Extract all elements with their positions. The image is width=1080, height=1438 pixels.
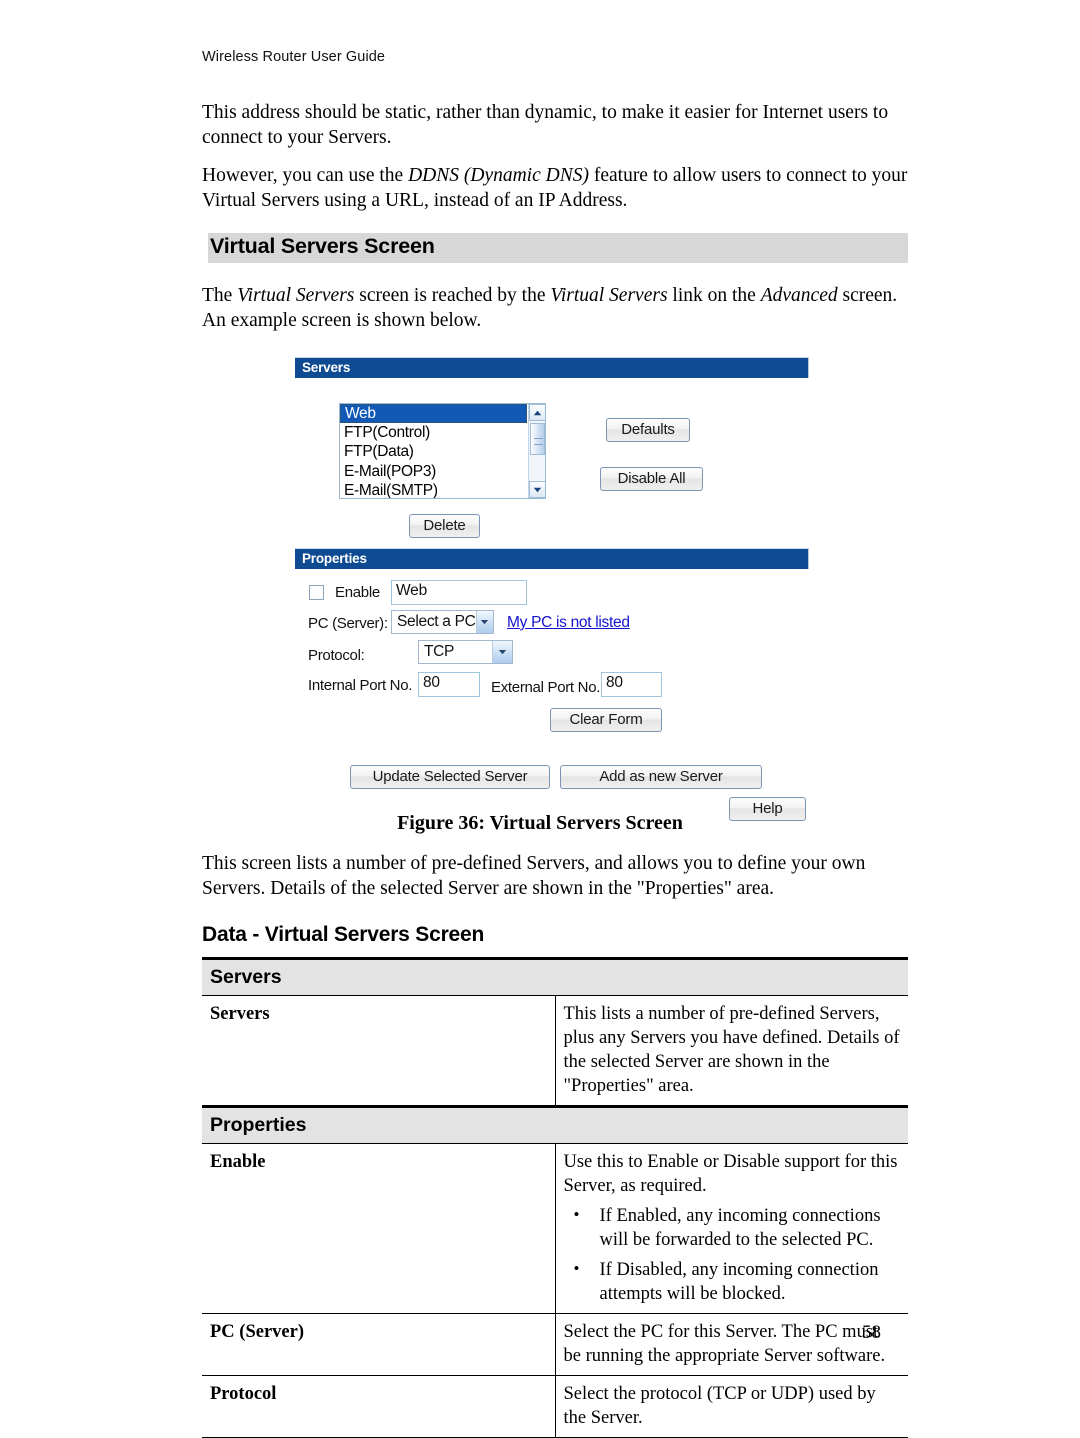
post-figure-paragraph: This screen lists a number of pre-define… [202, 853, 866, 899]
list-item[interactable]: E-Mail(SMTP) [340, 481, 527, 498]
clear-form-button[interactable]: Clear Form [550, 708, 662, 732]
servers-title-bar: Servers [295, 357, 809, 378]
list-item[interactable]: Web [340, 404, 527, 424]
running-header: Wireless Router User Guide [202, 49, 386, 65]
defaults-button[interactable]: Defaults [606, 418, 690, 442]
update-selected-server-button[interactable]: Update Selected Server [350, 765, 550, 789]
section-heading-band: Virtual Servers Screen [202, 233, 908, 263]
page-title: Virtual Servers Screen [210, 234, 435, 258]
scrollbar-thumb[interactable] [530, 423, 545, 455]
pc-server-dropdown[interactable]: Select a PC [391, 610, 494, 634]
properties-panel: Enable Web PC (Server): Select a PC My P… [295, 569, 810, 821]
protocol-dropdown[interactable]: TCP [418, 640, 513, 664]
data-table-title: Data - Virtual Servers Screen [202, 923, 485, 946]
server-listbox[interactable]: Web FTP(Control) FTP(Data) E-Mail(POP3) … [339, 403, 546, 499]
figure-caption: Figure 36: Virtual Servers Screen [397, 812, 683, 834]
list-item[interactable]: FTP(Data) [340, 442, 527, 461]
protocol-label: Protocol: [308, 647, 365, 664]
table-row: Protocol Select the protocol (TCP or UDP… [202, 1375, 908, 1438]
internal-port-input[interactable]: 80 [418, 672, 480, 697]
external-port-label: External Port No. [491, 679, 601, 696]
listbox-scrollbar[interactable] [528, 404, 545, 498]
server-name-input[interactable]: Web [391, 580, 527, 605]
table-cell-key: Servers [202, 995, 556, 1107]
delete-button[interactable]: Delete [409, 514, 480, 538]
list-item[interactable]: E-Mail(POP3) [340, 462, 527, 481]
list-item[interactable]: FTP(Control) [340, 423, 527, 442]
document-page: Wireless Router User Guide This address … [0, 0, 1080, 1438]
table-cell-key: Enable [202, 1143, 556, 1314]
table-section-header-row: Servers [202, 957, 908, 996]
table-cell-value: Select the PC for this Server. The PC mu… [555, 1313, 908, 1376]
table-cell-text: Select the PC for this Server. The PC mu… [563, 1322, 886, 1366]
scroll-down-arrow-icon[interactable] [529, 481, 545, 498]
chevron-down-icon[interactable] [475, 611, 493, 633]
external-port-input[interactable]: 80 [601, 672, 662, 697]
ddns-emphasis: DDNS (Dynamic DNS) [408, 165, 589, 186]
virtual-servers-data-table: Servers Servers This lists a number of p… [202, 957, 908, 1438]
intro-paragraph-2: However, you can use the DDNS (Dynamic D… [202, 163, 908, 213]
disable-all-button[interactable]: Disable All [600, 467, 703, 491]
servers-title-label: Servers [302, 360, 351, 375]
enable-label: Enable [335, 584, 380, 601]
table-cell-value: Select the protocol (TCP or UDP) used by… [555, 1375, 908, 1438]
properties-title-bar: Properties [295, 548, 809, 569]
sec-em1: Virtual Servers [237, 285, 355, 306]
sec-b: screen is reached by the [354, 285, 551, 306]
data-section: This screen lists a number of pre-define… [202, 851, 912, 1438]
properties-title-label: Properties [302, 551, 367, 566]
intro-p2-a: However, you can use the [202, 165, 409, 186]
pc-server-selected-value: Select a PC [397, 613, 476, 630]
protocol-selected-value: TCP [424, 643, 455, 660]
table-cell-text: Select the protocol (TCP or UDP) used by… [563, 1384, 876, 1428]
bullet-item: If Enabled, any incoming connections wil… [574, 1203, 901, 1252]
table-section-header-row: Properties [202, 1105, 908, 1144]
table-cell-value: Use this to Enable or Disable support fo… [555, 1143, 908, 1314]
table-cell-key: Protocol [202, 1375, 556, 1438]
bullet-item: If Disabled, any incoming connection att… [574, 1257, 901, 1306]
enable-checkbox[interactable] [309, 585, 324, 600]
sec-c: link on the [667, 285, 761, 306]
servers-panel: Web FTP(Control) FTP(Data) E-Mail(POP3) … [295, 378, 810, 548]
scrollbar-grip-icon [534, 438, 543, 445]
chevron-down-icon[interactable] [492, 641, 512, 663]
table-section-header: Properties [202, 1105, 908, 1144]
table-cell-text: Use this to Enable or Disable support fo… [563, 1152, 898, 1196]
section-intro-paragraph: The Virtual Servers screen is reached by… [202, 283, 908, 333]
add-as-new-server-button[interactable]: Add as new Server [560, 765, 762, 789]
figure-virtual-servers-screen: Servers Web FTP(Control) FTP(Data) E-Mai… [295, 357, 810, 821]
table-cell-key: PC (Server) [202, 1313, 556, 1376]
internal-port-label: Internal Port No. [308, 677, 413, 694]
pc-server-label: PC (Server): [308, 615, 388, 632]
server-listbox-items: Web FTP(Control) FTP(Data) E-Mail(POP3) … [340, 404, 527, 498]
page-number: 58 [862, 1322, 881, 1343]
table-row: Enable Use this to Enable or Disable sup… [202, 1143, 908, 1314]
scroll-up-arrow-icon[interactable] [529, 404, 545, 421]
sec-em3: Advanced [760, 285, 838, 306]
my-pc-not-listed-link[interactable]: My PC is not listed [507, 614, 630, 632]
table-section-header: Servers [202, 957, 908, 996]
table-row: PC (Server) Select the PC for this Serve… [202, 1313, 908, 1376]
table-cell-value: This lists a number of pre-defined Serve… [555, 995, 908, 1107]
table-row: Servers This lists a number of pre-defin… [202, 995, 908, 1107]
intro-paragraph-1: This address should be static, rather th… [202, 102, 889, 148]
sec-em2: Virtual Servers [550, 285, 668, 306]
sec-a: The [202, 285, 238, 306]
bullet-list: If Enabled, any incoming connections wil… [564, 1203, 901, 1306]
table-cell-text: This lists a number of pre-defined Serve… [563, 1004, 900, 1096]
intro-text-block: This address should be static, rather th… [202, 100, 908, 346]
